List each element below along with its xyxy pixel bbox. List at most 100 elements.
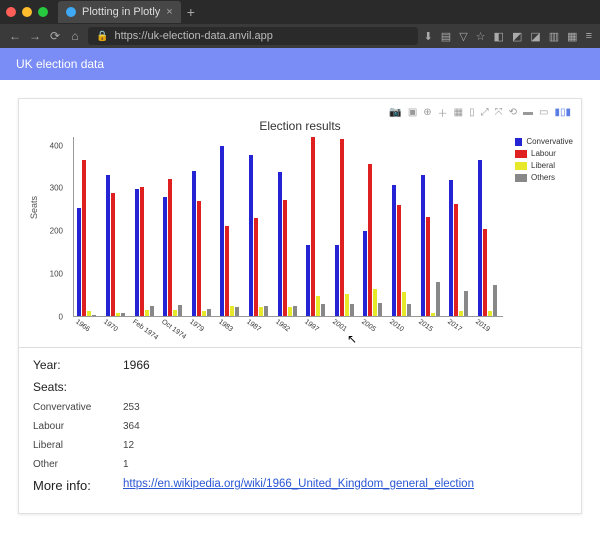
- url-field[interactable]: 🔒 https://uk-election-data.anvil.app: [88, 27, 418, 45]
- bar[interactable]: [340, 139, 344, 316]
- bar[interactable]: [140, 187, 144, 316]
- plotly-logo-icon[interactable]: ▮▯▮: [554, 107, 571, 118]
- chart-area[interactable]: 19661970Feb 1974Oct 19741979198319871992…: [73, 137, 503, 317]
- lasso-icon[interactable]: ⤢: [481, 107, 489, 118]
- pan-icon[interactable]: ▦: [454, 107, 463, 118]
- bar-group[interactable]: [392, 185, 411, 316]
- bar[interactable]: [368, 164, 372, 316]
- reader-icon[interactable]: ▤: [441, 30, 451, 43]
- home-icon[interactable]: ⌂: [68, 29, 82, 43]
- bar-group[interactable]: [478, 160, 497, 316]
- bar[interactable]: [402, 292, 406, 316]
- bar[interactable]: [207, 309, 211, 316]
- bar[interactable]: [335, 245, 339, 316]
- legend-liberal[interactable]: Liberal: [515, 161, 573, 170]
- bar[interactable]: [192, 171, 196, 316]
- bar[interactable]: [449, 180, 453, 316]
- bar[interactable]: [478, 160, 482, 316]
- bar[interactable]: [106, 175, 110, 316]
- bar[interactable]: [220, 146, 224, 316]
- close-window-icon[interactable]: [6, 7, 16, 17]
- bar[interactable]: [225, 226, 229, 316]
- bar[interactable]: [230, 306, 234, 316]
- bar[interactable]: [321, 304, 325, 316]
- bar[interactable]: [345, 294, 349, 316]
- bar[interactable]: [254, 218, 258, 316]
- bar[interactable]: [264, 306, 268, 316]
- bar[interactable]: [459, 311, 463, 316]
- bar[interactable]: [288, 307, 292, 316]
- bar[interactable]: [363, 231, 367, 316]
- bar[interactable]: [311, 137, 315, 316]
- bar[interactable]: [488, 311, 492, 316]
- bar[interactable]: [92, 315, 96, 316]
- legend-conservative[interactable]: Convervative: [515, 137, 573, 146]
- select-icon[interactable]: ▯: [469, 107, 475, 118]
- bar[interactable]: [116, 313, 120, 316]
- bar[interactable]: [283, 200, 287, 316]
- legend-others[interactable]: Others: [515, 173, 573, 182]
- bar[interactable]: [483, 229, 487, 316]
- bar[interactable]: [197, 201, 201, 316]
- bar[interactable]: [87, 311, 91, 316]
- bar[interactable]: [316, 296, 320, 316]
- bar[interactable]: [293, 306, 297, 316]
- reload-icon[interactable]: ⟳: [48, 29, 62, 43]
- bar-group[interactable]: [220, 146, 239, 316]
- bar[interactable]: [178, 305, 182, 316]
- bar-group[interactable]: [278, 172, 297, 316]
- bar[interactable]: [77, 208, 81, 316]
- more-info-link[interactable]: https://en.wikipedia.org/wiki/1966_Unite…: [123, 478, 474, 493]
- bar[interactable]: [373, 289, 377, 316]
- maximize-window-icon[interactable]: [38, 7, 48, 17]
- bar[interactable]: [407, 304, 411, 316]
- bar[interactable]: [259, 307, 263, 316]
- bar[interactable]: [168, 179, 172, 316]
- spike-icon[interactable]: ▬: [523, 107, 533, 118]
- zoom-icon[interactable]: ▣: [408, 107, 417, 118]
- bar[interactable]: [464, 291, 468, 316]
- bar-group[interactable]: [363, 164, 382, 316]
- pocket-icon[interactable]: ▽: [459, 30, 467, 43]
- browser-tab[interactable]: Plotting in Plotly ×: [58, 1, 181, 23]
- close-tab-icon[interactable]: ×: [166, 6, 172, 18]
- legend-labour[interactable]: Labour: [515, 149, 573, 158]
- bar[interactable]: [378, 303, 382, 316]
- autoscale-icon[interactable]: ⤧: [495, 107, 503, 118]
- camera-icon[interactable]: 📷: [389, 107, 401, 118]
- menu-icon[interactable]: ≡: [586, 30, 592, 43]
- bar-group[interactable]: [106, 175, 125, 316]
- bar-group[interactable]: [77, 160, 96, 316]
- extension2-icon[interactable]: ◩: [512, 30, 522, 43]
- bar[interactable]: [493, 285, 497, 316]
- bar-group[interactable]: [135, 187, 154, 316]
- bar[interactable]: [145, 310, 149, 316]
- bar-group[interactable]: [306, 137, 325, 316]
- shield-icon[interactable]: ◪: [530, 30, 540, 43]
- bar-group[interactable]: [421, 175, 440, 316]
- bar[interactable]: [150, 306, 154, 316]
- sidebar-icon[interactable]: ▦: [567, 30, 577, 43]
- bar[interactable]: [306, 245, 310, 316]
- bar[interactable]: [431, 313, 435, 316]
- bar[interactable]: [173, 310, 177, 316]
- minimize-window-icon[interactable]: [22, 7, 32, 17]
- bar[interactable]: [163, 197, 167, 316]
- bar-group[interactable]: [163, 179, 182, 316]
- back-icon[interactable]: ←: [8, 29, 22, 43]
- bar[interactable]: [350, 304, 354, 316]
- reset-icon[interactable]: ⟲: [509, 107, 517, 118]
- bar[interactable]: [235, 307, 239, 316]
- bar[interactable]: [278, 172, 282, 316]
- new-tab-icon[interactable]: +: [187, 4, 195, 20]
- bar[interactable]: [111, 193, 115, 316]
- bar[interactable]: [397, 205, 401, 316]
- bar-group[interactable]: [449, 180, 468, 316]
- bar[interactable]: [392, 185, 396, 316]
- library-icon[interactable]: ▥: [549, 30, 559, 43]
- bar[interactable]: [421, 175, 425, 316]
- bar[interactable]: [202, 311, 206, 316]
- forward-icon[interactable]: →: [28, 29, 42, 43]
- bar-group[interactable]: [192, 171, 211, 316]
- bar-group[interactable]: [249, 155, 268, 316]
